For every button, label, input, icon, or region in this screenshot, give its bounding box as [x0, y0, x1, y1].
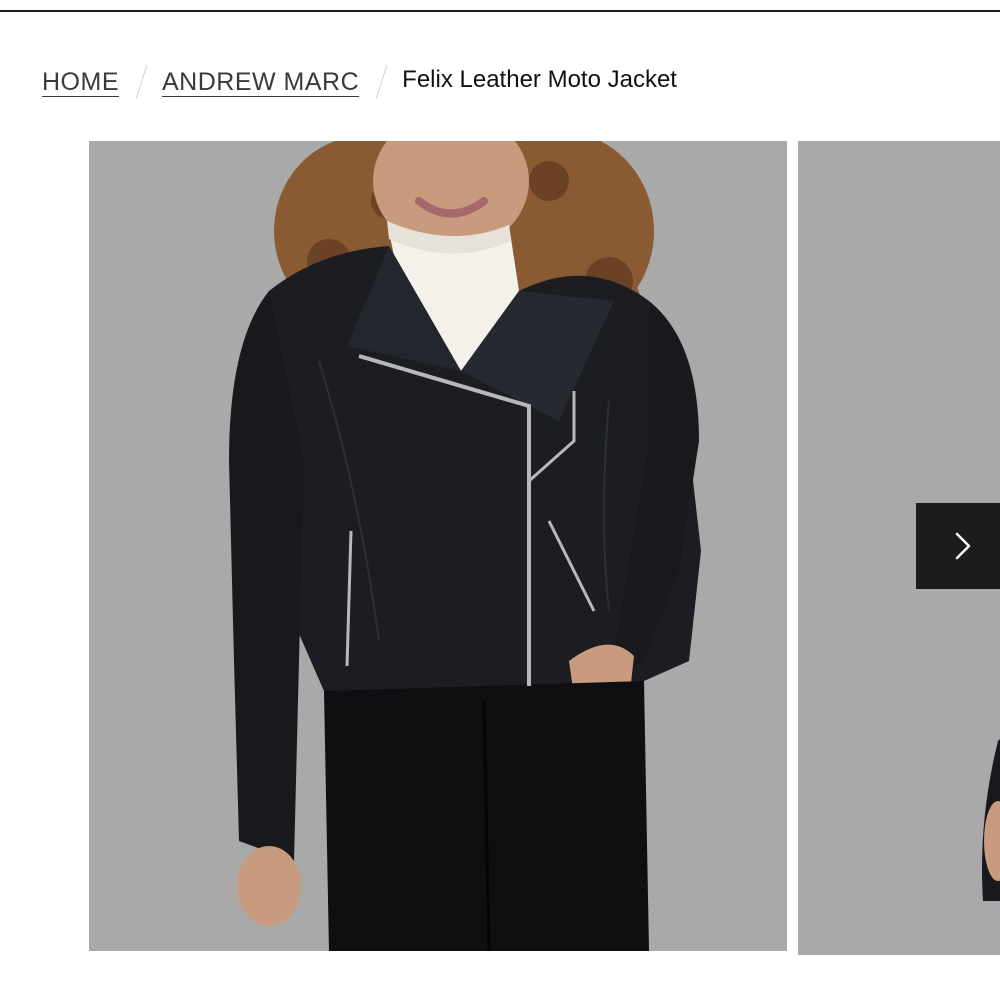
product-photo-model-jacket — [89, 141, 787, 951]
header-divider — [0, 10, 1000, 12]
gallery-next-button[interactable] — [916, 503, 1000, 589]
breadcrumb-separator — [375, 65, 388, 99]
breadcrumb-current-page: Felix Leather Moto Jacket — [402, 66, 677, 93]
breadcrumb-brand-link[interactable]: ANDREW MARC — [162, 68, 359, 97]
breadcrumb-home-link[interactable]: HOME — [42, 68, 119, 97]
breadcrumb-separator — [135, 65, 148, 99]
product-image-main[interactable] — [89, 141, 787, 951]
chevron-right-icon — [955, 532, 971, 560]
breadcrumb: HOME ANDREW MARC Felix Leather Moto Jack… — [42, 62, 677, 102]
